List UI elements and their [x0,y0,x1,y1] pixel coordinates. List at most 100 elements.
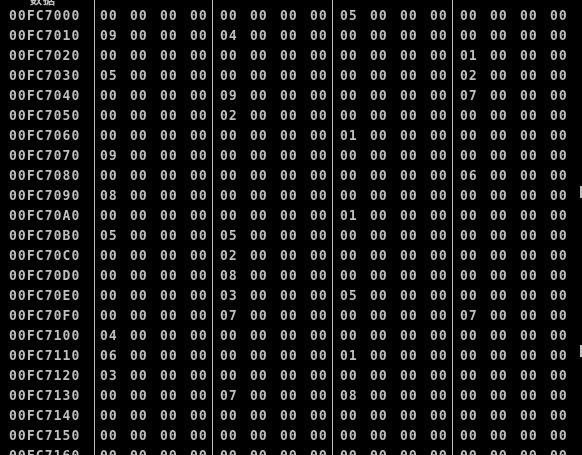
hex-byte[interactable]: 00 [400,348,422,366]
hex-byte[interactable]: 00 [520,348,542,366]
hex-byte[interactable]: 00 [460,428,482,446]
hex-byte[interactable]: 00 [520,288,542,306]
hex-byte[interactable]: 00 [160,108,182,126]
hex-byte[interactable]: 00 [100,288,122,306]
hex-byte[interactable]: 00 [550,288,572,306]
hex-byte[interactable]: 00 [190,408,212,426]
hex-byte[interactable]: 00 [130,108,152,126]
hex-byte[interactable]: 00 [280,388,302,406]
hex-byte[interactable]: 00 [370,328,392,346]
hex-byte[interactable]: 00 [130,428,152,446]
hex-byte[interactable]: 00 [130,68,152,86]
hex-byte[interactable]: 00 [520,408,542,426]
hex-byte[interactable]: 00 [490,68,512,86]
hex-byte[interactable]: 00 [490,448,512,455]
hex-byte[interactable]: 00 [280,348,302,366]
hex-byte[interactable]: 00 [100,48,122,66]
hex-byte[interactable]: 00 [490,128,512,146]
hex-byte[interactable]: 00 [490,108,512,126]
hex-byte[interactable]: 00 [430,28,452,46]
hex-row[interactable]: 00FC7110 06 00 00 00 00 00 00 00 01 00 00 00 00 00 00 00 [0,347,582,367]
hex-byte[interactable]: 07 [220,308,242,326]
hex-byte[interactable]: 00 [160,368,182,386]
hex-byte[interactable]: 00 [370,368,392,386]
hex-byte[interactable]: 00 [400,68,422,86]
hex-byte[interactable]: 00 [400,268,422,286]
hex-byte[interactable]: 00 [430,188,452,206]
hex-byte[interactable]: 04 [100,328,122,346]
hex-byte[interactable]: 00 [280,8,302,26]
hex-byte[interactable]: 00 [550,408,572,426]
hex-byte[interactable]: 00 [490,88,512,106]
hex-byte[interactable]: 00 [340,48,362,66]
hex-byte[interactable]: 05 [100,228,122,246]
hex-byte[interactable]: 00 [160,8,182,26]
hex-byte[interactable]: 00 [370,248,392,266]
hex-byte[interactable]: 00 [430,368,452,386]
hex-byte[interactable]: 00 [370,28,392,46]
hex-byte[interactable]: 00 [490,28,512,46]
hex-byte[interactable]: 00 [550,48,572,66]
hex-byte[interactable]: 00 [280,448,302,455]
hex-byte[interactable]: 00 [520,88,542,106]
hex-byte[interactable]: 00 [130,148,152,166]
hex-byte[interactable]: 00 [370,148,392,166]
hex-byte[interactable]: 00 [310,368,332,386]
hex-byte[interactable]: 00 [250,128,272,146]
hex-byte[interactable]: 00 [430,268,452,286]
hex-byte[interactable]: 00 [400,28,422,46]
hex-byte[interactable]: 00 [280,408,302,426]
hex-byte[interactable]: 00 [520,108,542,126]
hex-byte[interactable]: 00 [370,348,392,366]
hex-byte[interactable]: 00 [220,408,242,426]
hex-byte[interactable]: 00 [220,208,242,226]
hex-byte[interactable]: 00 [280,368,302,386]
hex-byte[interactable]: 00 [130,228,152,246]
hex-byte[interactable]: 00 [130,168,152,186]
hex-byte[interactable]: 00 [460,8,482,26]
hex-byte[interactable]: 00 [430,388,452,406]
hex-byte[interactable]: 00 [310,48,332,66]
hex-byte[interactable]: 00 [310,8,332,26]
hex-byte[interactable]: 00 [250,108,272,126]
hex-byte[interactable]: 00 [160,248,182,266]
hex-byte[interactable]: 00 [160,128,182,146]
hex-byte[interactable]: 00 [220,448,242,455]
hex-byte[interactable]: 00 [550,68,572,86]
hex-byte[interactable]: 00 [520,328,542,346]
hex-byte[interactable]: 00 [370,8,392,26]
hex-byte[interactable]: 00 [310,208,332,226]
hex-byte[interactable]: 00 [190,348,212,366]
hex-byte[interactable]: 00 [190,108,212,126]
hex-byte[interactable]: 00 [250,48,272,66]
hex-byte[interactable]: 00 [100,128,122,146]
hex-byte[interactable]: 00 [100,88,122,106]
hex-byte[interactable]: 00 [100,268,122,286]
hex-byte[interactable]: 00 [400,428,422,446]
hex-byte[interactable]: 00 [160,28,182,46]
hex-byte[interactable]: 00 [250,188,272,206]
hex-byte[interactable]: 00 [550,228,572,246]
hex-byte[interactable]: 00 [430,168,452,186]
hex-byte[interactable]: 00 [370,228,392,246]
hex-byte[interactable]: 00 [220,348,242,366]
hex-byte[interactable]: 00 [550,268,572,286]
hex-byte[interactable]: 00 [550,388,572,406]
hex-byte[interactable]: 06 [460,168,482,186]
hex-byte[interactable]: 01 [340,348,362,366]
hex-row[interactable]: 00FC70F0 00 00 00 00 07 00 00 00 00 00 00 00 07 00 00 00 [0,307,582,327]
hex-byte[interactable]: 00 [460,448,482,455]
hex-byte[interactable]: 00 [250,68,272,86]
hex-byte[interactable]: 00 [130,288,152,306]
hex-byte[interactable]: 00 [310,308,332,326]
hex-byte[interactable]: 00 [190,248,212,266]
hex-byte[interactable]: 00 [550,428,572,446]
hex-byte[interactable]: 00 [460,388,482,406]
hex-byte[interactable]: 00 [370,288,392,306]
hex-byte[interactable]: 00 [160,288,182,306]
hex-byte[interactable]: 00 [370,448,392,455]
hex-row[interactable]: 00FC7000 00 00 00 00 00 00 00 00 05 00 00 00 00 00 00 00 [0,7,582,27]
hex-byte[interactable]: 00 [370,268,392,286]
hex-byte[interactable]: 00 [400,188,422,206]
hex-byte[interactable]: 00 [190,308,212,326]
